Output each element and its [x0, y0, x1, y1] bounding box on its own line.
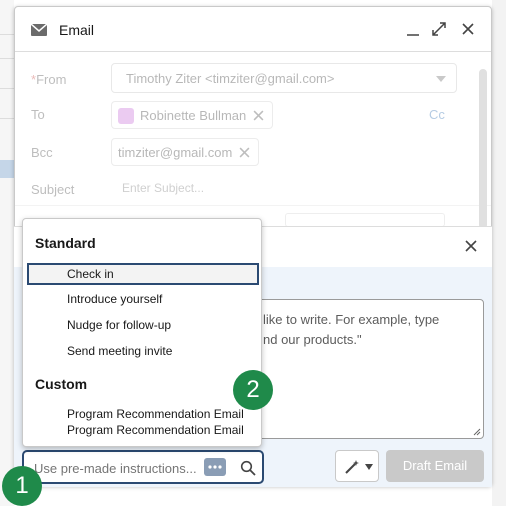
window-header: Email — [15, 7, 491, 52]
from-select[interactable]: Timothy Ziter <timziter@gmail.com> — [111, 63, 457, 93]
window-title: Email — [59, 22, 95, 38]
envelope-icon — [31, 24, 47, 36]
background-app-right — [492, 0, 506, 506]
background-divider — [0, 58, 14, 59]
minimize-icon[interactable] — [403, 19, 423, 39]
draft-email-button[interactable]: Draft Email — [386, 450, 484, 482]
step-badge-2: 2 — [233, 370, 273, 410]
subject-divider — [15, 205, 491, 206]
magic-wand-button[interactable] — [335, 450, 379, 482]
close-icon[interactable] — [458, 19, 478, 39]
expand-icon[interactable] — [429, 19, 449, 39]
close-icon[interactable] — [464, 239, 478, 253]
bcc-recipient-name: timziter@gmail.com — [118, 145, 233, 160]
contact-icon — [118, 108, 134, 124]
editor-toolbar — [285, 213, 445, 227]
search-icon[interactable] — [240, 460, 256, 476]
screen: Email *From Timothy Ziter <timziter@gmai… — [0, 0, 506, 506]
standard-group-label: Standard — [35, 235, 96, 251]
to-label: To — [31, 107, 45, 122]
prompt-placeholder-line: like to write. For example, type — [263, 312, 440, 327]
option-program-recommendation-email[interactable]: Program Recommendation Email Program Rec… — [27, 405, 259, 441]
chevron-down-icon — [365, 464, 373, 470]
prompt-textarea[interactable]: like to write. For example, type nd our … — [250, 299, 484, 439]
resize-handle-icon[interactable] — [473, 428, 481, 436]
custom-group-label: Custom — [35, 376, 88, 392]
background-divider — [0, 88, 14, 89]
option-check-in[interactable]: Check in — [27, 263, 259, 285]
custom-option-line: Program Recommendation Email — [67, 407, 244, 421]
more-icon[interactable] — [204, 458, 226, 476]
custom-option-line: Program Recommendation Email — [67, 423, 244, 437]
background-divider — [0, 34, 14, 35]
background-divider — [0, 118, 14, 119]
option-nudge-for-follow-up[interactable]: Nudge for follow-up — [27, 315, 259, 337]
instructions-search-box[interactable] — [22, 450, 264, 484]
prompt-placeholder-line: nd our products." — [263, 332, 362, 347]
remove-icon[interactable] — [253, 110, 264, 121]
from-label: *From — [31, 72, 66, 87]
remove-icon[interactable] — [239, 147, 250, 158]
bcc-recipient-pill[interactable]: timziter@gmail.com — [111, 138, 259, 166]
chevron-down-icon — [436, 76, 446, 82]
step-badge-1: 1 — [2, 466, 42, 506]
bcc-label: Bcc — [31, 145, 53, 160]
instructions-search-input[interactable] — [34, 459, 196, 477]
option-introduce-yourself[interactable]: Introduce yourself — [27, 289, 259, 311]
from-label-text: From — [36, 72, 67, 87]
to-recipient-name: Robinette Bullman — [140, 108, 247, 123]
cc-link[interactable]: Cc — [429, 107, 445, 122]
instructions-dropdown: Standard Check in Introduce yourself Nud… — [22, 218, 262, 447]
from-value: Timothy Ziter <timziter@gmail.com> — [126, 71, 335, 86]
option-send-meeting-invite[interactable]: Send meeting invite — [27, 341, 259, 363]
subject-input[interactable]: Enter Subject... — [122, 181, 204, 195]
magic-wand-icon — [345, 460, 359, 474]
background-selection — [0, 160, 14, 178]
scrollbar[interactable] — [479, 69, 487, 229]
subject-label: Subject — [31, 182, 75, 197]
to-recipient-pill[interactable]: Robinette Bullman — [111, 101, 273, 129]
background-app-strip — [0, 0, 14, 506]
